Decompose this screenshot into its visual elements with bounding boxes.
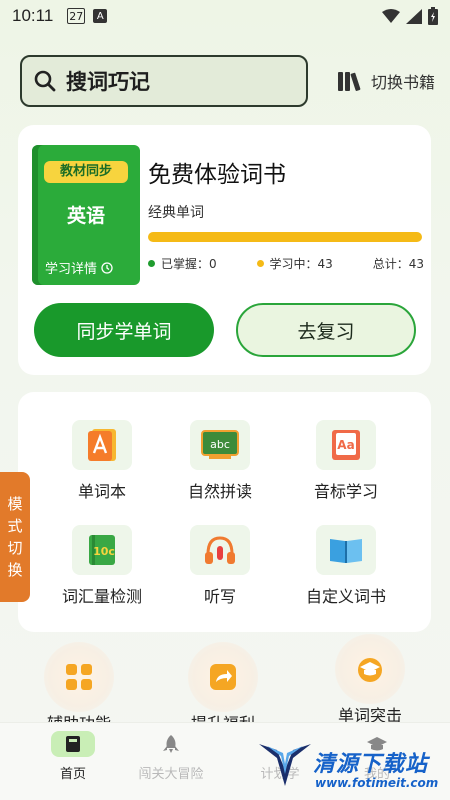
feature-label: 听写: [203, 587, 236, 606]
stat-mastered-text: 已掌握：0: [161, 257, 217, 271]
clock-icon: [101, 261, 113, 274]
feature-grid: 单词本 abc 自然拼读 Aa 音标学习 10c 词汇量检测 听写 自定义词书: [18, 392, 431, 632]
watermark-url: www.fotimeit.com: [315, 776, 439, 790]
tab-adventure[interactable]: 闯关大冒险: [126, 731, 216, 782]
study-detail-link[interactable]: 学习详情: [45, 258, 113, 277]
svg-text:Aa: Aa: [337, 438, 354, 452]
clock: 10:11: [12, 6, 54, 25]
feature-wordbook[interactable]: 单词本: [47, 420, 157, 502]
stat-total: 总计：43: [372, 257, 424, 271]
stat-learning-text: 学习中：43: [269, 257, 333, 271]
search-icon: [34, 70, 56, 92]
feature-label: 自然拼读: [187, 482, 252, 501]
book-icon: [51, 731, 95, 757]
learn-words-button[interactable]: 同步学单词: [34, 303, 214, 357]
share-box-icon: [188, 642, 258, 712]
open-book-icon: [316, 525, 376, 575]
wifi-icon: [382, 8, 400, 23]
extra-bonus[interactable]: 提升福利: [168, 642, 278, 734]
book-title: 免费体验词书: [148, 162, 286, 188]
headphones-icon: [190, 525, 250, 575]
search-row: 搜词巧记 切换书籍: [20, 55, 435, 107]
feature-label: 自定义词书: [305, 587, 386, 606]
mode-switch-tab[interactable]: 模 式 切 换: [0, 472, 30, 602]
signal-icon: [406, 8, 422, 24]
feature-dictation[interactable]: 听写: [165, 525, 275, 607]
tab-label: 闯关大冒险: [138, 767, 204, 782]
feature-phonetics[interactable]: Aa 音标学习: [291, 420, 401, 502]
extras-row: 辅助功能 提升福利 单词突击: [18, 634, 431, 733]
book-subject: 英语: [66, 205, 105, 227]
review-button[interactable]: 去复习: [236, 303, 416, 357]
book-cover[interactable]: 教材同步 英语 学习详情: [32, 145, 140, 285]
phonetic-icon: Aa: [316, 420, 376, 470]
study-detail-label: 学习详情: [45, 262, 98, 277]
feature-phonics[interactable]: abc 自然拼读: [165, 420, 275, 502]
book-subtitle: 经典单词: [148, 205, 204, 221]
svg-text:10c: 10c: [93, 545, 115, 558]
mode-switch-char-2: 式: [7, 517, 23, 535]
current-book-card: 教材同步 英语 学习详情 免费体验词书 经典单词 已掌握：0 学习中：43 总计…: [18, 125, 431, 375]
extra-assist[interactable]: 辅助功能: [24, 642, 134, 734]
calendar-icon: 27: [67, 8, 86, 24]
grid-apps-icon: [44, 642, 114, 712]
switch-book-label: 切换书籍: [370, 73, 435, 92]
svg-text:abc: abc: [210, 438, 230, 451]
watermark-title: 清源下载站: [313, 752, 429, 777]
stat-mastered: 已掌握：0: [148, 255, 217, 272]
notebook-icon: [72, 420, 132, 470]
tab-home[interactable]: 首页: [28, 731, 118, 782]
progress-bar: [148, 232, 422, 242]
feature-label: 单词本: [77, 482, 126, 501]
feature-label: 词汇量检测: [61, 587, 142, 606]
graduation-cap-icon: [335, 634, 405, 704]
feature-label: 音标学习: [313, 482, 378, 501]
mastered-dot: [148, 260, 155, 267]
stat-learning: 学习中：43: [256, 255, 333, 272]
app-notification-icon: A: [93, 9, 108, 23]
tab-label: 首页: [59, 767, 86, 782]
search-box[interactable]: 搜词巧记: [20, 55, 308, 107]
extra-sprint[interactable]: 单词突击: [315, 634, 425, 726]
battery-icon: [428, 7, 438, 25]
feature-custom-book[interactable]: 自定义词书: [291, 525, 401, 607]
watermark-logo: [259, 744, 311, 786]
test-book-icon: 10c: [72, 525, 132, 575]
status-bar: 10:11 27 A: [0, 0, 450, 32]
learning-dot: [256, 260, 264, 267]
search-label: 搜词巧记: [66, 70, 150, 94]
mode-switch-char-1: 模: [7, 495, 23, 513]
book-tag: 教材同步: [44, 161, 128, 183]
watermark: 清源下载站 www.fotimeit.com: [255, 740, 445, 795]
books-icon: [337, 72, 361, 91]
mode-switch-char-3: 切: [7, 539, 23, 557]
switch-book-button[interactable]: 切换书籍: [337, 69, 435, 93]
abc-board-icon: abc: [190, 420, 250, 470]
book-stats: 已掌握：0 学习中：43 总计：43: [148, 255, 424, 272]
rocket-icon: [149, 731, 193, 757]
mode-switch-char-4: 换: [7, 561, 23, 579]
feature-vocab-test[interactable]: 10c 词汇量检测: [47, 525, 157, 607]
